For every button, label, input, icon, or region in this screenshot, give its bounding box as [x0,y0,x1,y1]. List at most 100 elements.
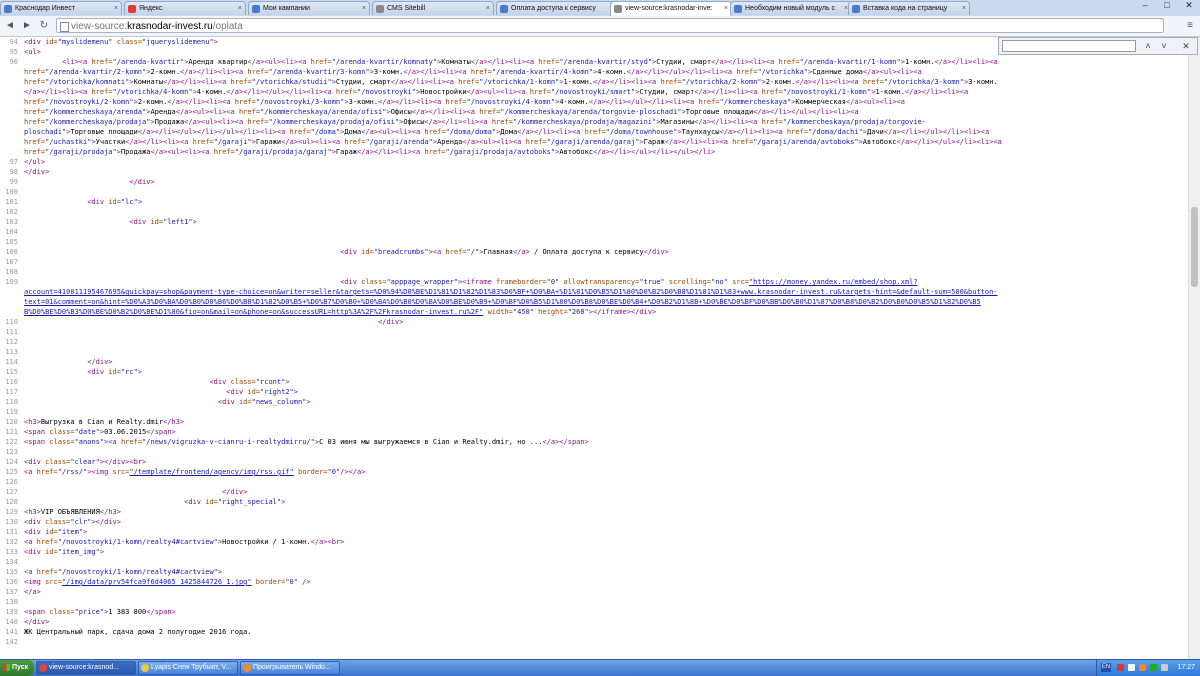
code-token: </a></li></ul></li><li><a [626,68,737,76]
code-token: ><img [87,468,113,476]
code-token: src= [727,278,749,286]
code-token: "/vtorichka/komnati" [45,78,130,86]
tray-app-icon[interactable] [1139,664,1146,671]
minimize-button[interactable]: – [1134,0,1156,12]
line-number: 124 [5,458,18,466]
source-link[interactable]: account=410011195467695&quickpay=shop&pa… [24,288,998,296]
tab-close-icon[interactable]: × [362,2,366,15]
tab-title: Вставка кода на страницу [863,5,948,12]
code-token: href= [761,88,783,96]
taskbar-item[interactable]: Проигрыватель Windo... [240,661,340,675]
code-token: Участки [95,138,126,146]
line-code: <a href="/novostroyki/1-komn/realty4#car… [24,567,222,577]
code-token: Магазины [660,118,695,126]
code-token: Выгрузка в Cian и Realty.dmir [40,418,164,426]
find-next-button[interactable]: ˅ [1157,39,1171,53]
tray-app-icon[interactable] [1150,664,1157,671]
line-number: 106 [5,248,18,256]
volume-icon[interactable] [1161,664,1168,671]
code-token: </ul> [24,158,46,166]
code-token: border= [293,468,328,476]
code-token: </div> [87,358,113,366]
find-previous-button[interactable]: ˄ [1141,39,1155,53]
code-token: href= [538,58,560,66]
tab-close-icon[interactable]: × [486,2,490,15]
tab-6[interactable]: Необходим новый модуль с × [730,1,852,15]
line-code: account=410011195467695&quickpay=shop&pa… [24,287,998,297]
source-link[interactable]: "https://money.yandex.ru/embed/shop.xml? [749,278,918,286]
tab-close-icon[interactable]: × [962,2,966,15]
source-line: 127 </div> [0,487,1188,497]
code-token: Гараж [643,138,665,146]
wrench-icon: ≡ [1187,20,1193,31]
code-token: "/arenda-kvartir/2-komn" [45,68,147,76]
code-token: </h3> [163,418,185,426]
tab-7[interactable]: Вставка кода на страницу × [848,1,970,15]
code-token: "/garaji/arenda/avtoboks" [753,138,859,146]
find-input[interactable] [1002,40,1136,52]
source-line: 106 <div id="breadcrumbs"><a href="/">Гл… [0,247,1188,257]
tab-2[interactable]: Мои кампании × [248,1,370,15]
code-token: </div> [24,168,50,176]
taskbar-item-label: Проигрыватель Windo... [253,664,331,671]
forward-button[interactable]: ► [20,19,34,33]
source-link[interactable]: "/img/data/prv54fca9f6d4065_1425844726_1… [62,578,252,586]
code-token: "/arenda-kvartir/1-komn" [799,58,901,66]
tab-3[interactable]: CMS Sitebill × [372,1,494,15]
code-token: </a></li><li><a [403,68,471,76]
line-code: </div> [24,617,49,627]
code-token: "/doma/doma" [445,128,497,136]
back-button[interactable]: ◄ [3,19,17,33]
code-token: href= [310,58,332,66]
browser-toolbar: ◄ ► ↻ view-source:krasnodar-invest.ru/op… [0,16,1200,37]
code-token: > [217,568,223,576]
tab-close-icon[interactable]: × [114,2,118,15]
favicon-icon [500,5,508,13]
find-close-button[interactable]: ✕ [1179,39,1193,53]
code-token: "item" [57,528,84,536]
code-token: href= [247,68,269,76]
code-token: Таунхаусы [681,128,720,136]
maximize-button[interactable]: □ [1156,0,1178,12]
code-token: href= [445,248,467,256]
code-token: </a></li><li><a [390,78,459,86]
tab-0[interactable]: Краснодар Инвест × [0,1,122,15]
reload-button[interactable]: ↻ [37,19,51,33]
language-indicator[interactable]: EN [1101,663,1111,672]
scrollbar-thumb[interactable] [1191,207,1198,287]
line-code: <span class="anons"><a href="/news/vigru… [24,437,589,447]
taskbar-item[interactable]: view-source:krasnod... [36,661,136,675]
tray-app-icon[interactable] [1128,664,1135,671]
address-bar[interactable]: view-source:krasnodar-invest.ru/oplata [56,18,1164,33]
source-link[interactable]: B%D0%BE%D0%B3%D0%BE%D0%B2%D0%BE%D1%80&fi… [24,308,483,316]
wrench-menu-button[interactable]: ≡ [1183,19,1197,33]
code-token: 2-комн. [765,78,796,86]
code-token: </a></li></ul></li></ul></li> [593,148,716,156]
tab-5[interactable]: view-source:krasnodar-inve: × [610,1,732,16]
code-token: <div [340,248,362,256]
tab-4[interactable]: Оплата доступа к сервису× [496,1,618,15]
code-token: "/arenda-kvartir/3-komn" [268,68,370,76]
code-token: </a><br> [310,538,345,546]
tab-close-icon[interactable]: × [238,2,242,15]
vertical-scrollbar[interactable] [1188,37,1200,659]
start-button[interactable]: Пуск [0,660,34,676]
source-link[interactable]: "/template/frontend/agency/img/rss.gif" [129,468,293,476]
tab-title: Краснодар Инвест [15,5,75,12]
taskbar-item[interactable]: Lyapis Crew Трубьют, V... [138,661,238,675]
line-number: 120 [5,418,18,426]
code-token: id= [361,248,374,256]
code-token: "/garaji/prodaja" [45,148,117,156]
code-token: </div> [643,248,669,256]
line-number: 115 [5,368,18,376]
tray-app-icon[interactable] [1117,664,1124,671]
tab-1[interactable]: Яндекс × [124,1,246,15]
source-line: 104 [0,227,1188,237]
source-link[interactable]: text=01&comment=on&hint=%D0%A3%D0%BA%D0%… [24,298,981,306]
os-taskbar: Пуск view-source:krasnod... Lyapis Crew Т… [0,659,1200,676]
source-line: 142 [0,637,1188,647]
line-code: <li><a href="/arenda-kvartir">Аренда ква… [24,57,998,67]
tab-close-icon[interactable]: × [724,2,728,15]
code-token: <div [24,548,46,556]
close-window-button[interactable]: ✕ [1178,0,1200,12]
